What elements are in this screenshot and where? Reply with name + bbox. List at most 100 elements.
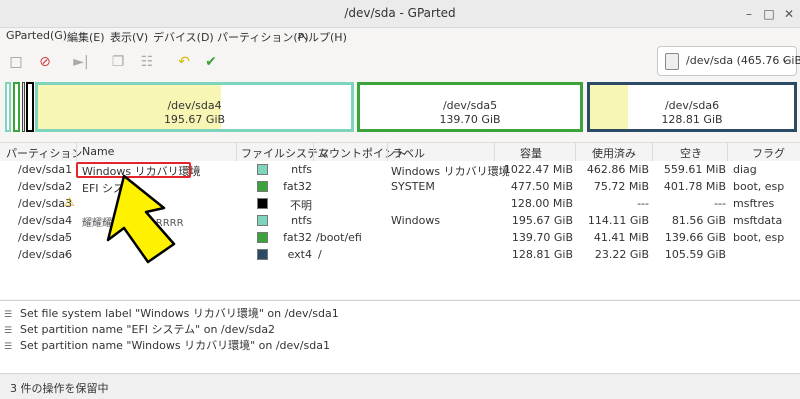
cell-free: 401.78 MiB: [663, 180, 726, 193]
map-sda1[interactable]: [5, 82, 11, 132]
undo-icon[interactable]: ↶: [173, 51, 195, 73]
operation-icon: ☰: [4, 310, 13, 320]
operation-item[interactable]: ☰ Set partition name "EFI システム" on /dev/s…: [4, 321, 275, 337]
col-name[interactable]: Name: [82, 145, 114, 158]
map-sda3[interactable]: [26, 82, 34, 132]
cell-partition: /dev/sda4: [18, 214, 73, 227]
menu-partition[interactable]: パーティション(P): [217, 29, 309, 45]
warning-icon: ⚠: [64, 195, 75, 209]
map-sda4[interactable]: /dev/sda4 195.67 GiB: [35, 82, 354, 132]
col-free[interactable]: 空き: [680, 145, 702, 161]
cell-flags: boot, esp: [733, 231, 785, 244]
operation-item[interactable]: ☰ Set partition name "Windows リカバリ環境" on …: [4, 337, 330, 353]
device-selector[interactable]: /dev/sda (465.76 GiB) ⌄: [657, 46, 800, 76]
cell-size: 128.00 MiB: [510, 197, 573, 210]
cell-fs: ext4: [287, 248, 312, 261]
key-icon: ∘: [63, 248, 70, 261]
paste-icon[interactable]: ☷: [136, 51, 158, 73]
status-text: 3 件の操作を保留中: [10, 382, 109, 395]
operation-item[interactable]: ☰ Set file system label "Windows リカバリ環境" …: [4, 305, 339, 321]
window-title: /dev/sda - GParted: [344, 6, 456, 20]
map-sda5-size: 139.70 GiB: [439, 113, 501, 126]
fs-color-swatch: [257, 215, 268, 226]
cell-mount: /boot/efi: [316, 231, 362, 244]
cell-label: Windows リカバリ環境: [391, 165, 510, 178]
cell-size: 195.67 GiB: [511, 214, 573, 227]
title-bar: /dev/sda - GParted – □ ✕: [0, 0, 800, 28]
partition-map: /dev/sda4 195.67 GiB /dev/sda5 139.70 Gi…: [0, 78, 800, 138]
cell-size: 477.50 MiB: [510, 180, 573, 193]
cell-flags: msftdata: [733, 214, 783, 227]
status-bar: 3 件の操作を保留中: [0, 373, 800, 399]
cell-fs: ntfs: [291, 214, 312, 227]
col-label[interactable]: ラベル: [392, 145, 425, 161]
cell-fs: fat32: [283, 180, 312, 193]
map-sda-gap[interactable]: [22, 82, 25, 132]
minimize-icon[interactable]: –: [740, 5, 758, 23]
operation-icon: ☰: [4, 326, 13, 336]
menu-view[interactable]: 表示(V): [110, 29, 148, 45]
fs-color-swatch: [257, 198, 268, 209]
menu-device[interactable]: デバイス(D): [153, 29, 214, 45]
disk-icon: [665, 53, 679, 70]
operation-icon: ☰: [4, 342, 13, 352]
resize-move-icon[interactable]: ►|: [70, 51, 92, 73]
fs-color-swatch: [257, 181, 268, 192]
key-icon: ∘: [63, 231, 70, 244]
cell-partition: /dev/sda1: [18, 163, 73, 176]
cell-fs: ntfs: [291, 163, 312, 176]
cell-free: 105.59 GiB: [664, 248, 726, 261]
cell-fs: 不明: [290, 199, 312, 212]
map-sda2[interactable]: [13, 82, 20, 132]
map-sda4-name: /dev/sda4: [167, 99, 222, 112]
col-used[interactable]: 使用済み: [592, 145, 636, 161]
chevron-down-icon: ⌄: [780, 52, 790, 65]
col-partition[interactable]: パーティション: [6, 145, 82, 161]
menu-gparted[interactable]: GParted(G): [6, 29, 67, 42]
menu-edit[interactable]: 編集(E): [67, 29, 105, 45]
cell-flags: msftres: [733, 197, 775, 210]
cell-flags: boot, esp: [733, 180, 785, 193]
cell-used: 23.22 GiB: [594, 248, 649, 261]
cell-fs: fat32: [283, 231, 312, 244]
cell-used: 462.86 MiB: [586, 163, 649, 176]
maximize-icon[interactable]: □: [760, 5, 778, 23]
map-sda5-name: /dev/sda5: [442, 99, 498, 112]
cell-free: 81.56 GiB: [671, 214, 726, 227]
map-sda5[interactable]: /dev/sda5 139.70 GiB: [357, 82, 583, 132]
cell-flags: diag: [733, 163, 757, 176]
col-filesystem[interactable]: ファイルシステム: [241, 145, 329, 161]
map-sda4-size: 195.67 GiB: [163, 113, 226, 126]
cell-used: 41.41 MiB: [593, 231, 649, 244]
cell-mount: /: [318, 248, 322, 261]
cell-free: ---: [714, 197, 726, 210]
col-size[interactable]: 容量: [520, 145, 542, 161]
cell-free: 559.61 MiB: [663, 163, 726, 176]
cell-used: 114.11 GiB: [587, 214, 649, 227]
new-partition-icon[interactable]: □: [5, 51, 27, 73]
col-flags[interactable]: フラグ: [752, 145, 785, 161]
cell-size: 1022.47 MiB: [503, 163, 573, 176]
cell-label: SYSTEM: [391, 180, 435, 193]
table-header: パーティション Name ファイルシステム マウントポイント ラベル 容量 使用…: [0, 142, 800, 162]
cell-used: 75.72 MiB: [593, 180, 649, 193]
cell-size: 128.81 GiB: [511, 248, 573, 261]
fs-color-swatch: [257, 232, 268, 243]
cell-size: 139.70 GiB: [511, 231, 573, 244]
cell-used: ---: [637, 197, 649, 210]
map-sda6[interactable]: /dev/sda6 128.81 GiB: [587, 82, 797, 132]
close-icon[interactable]: ✕: [780, 5, 798, 23]
cell-free: 139.66 GiB: [664, 231, 726, 244]
cell-label: Windows: [391, 214, 441, 227]
cell-partition: /dev/sda2: [18, 180, 73, 193]
map-sda6-size: 128.81 GiB: [661, 113, 723, 126]
annotation-arrow-icon: [106, 174, 176, 264]
fs-color-swatch: [257, 164, 268, 175]
menu-bar: GParted(G) 編集(E) 表示(V) デバイス(D) パーティション(P…: [0, 28, 800, 45]
delete-icon[interactable]: ⊘: [34, 51, 56, 73]
menu-help[interactable]: ヘルプ(H): [297, 29, 347, 45]
copy-icon[interactable]: ❐: [107, 51, 129, 73]
fs-color-swatch: [257, 249, 268, 260]
pending-operations: ☰ Set file system label "Windows リカバリ環境" …: [0, 300, 800, 373]
apply-icon[interactable]: ✔: [200, 51, 222, 73]
